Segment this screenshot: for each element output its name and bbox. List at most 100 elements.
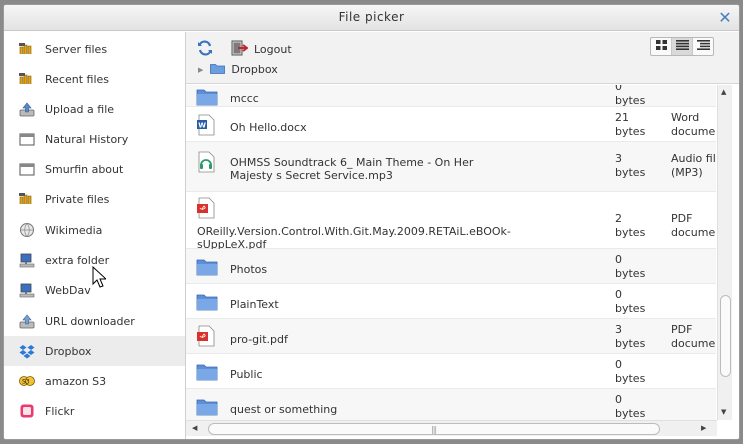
pdf-icon: [196, 325, 220, 347]
file-row-quest-or-something[interactable]: quest or something 0 bytes: [186, 389, 716, 420]
file-row-oh-hello-docx[interactable]: W Oh Hello.docx 21bytes Worddocument: [186, 107, 716, 142]
list-view-button[interactable]: [672, 38, 693, 55]
dialog-titlebar: File picker ✕: [4, 5, 739, 31]
logout-icon: [231, 40, 249, 59]
file-name: PlainText: [230, 298, 279, 311]
folder-icon: [210, 62, 226, 77]
sidebar-item-label: Wikimedia: [45, 223, 103, 237]
horizontal-scroll-thumb[interactable]: |||: [208, 423, 660, 435]
sidebar-item-url-downloader[interactable]: URL downloader: [4, 306, 185, 336]
file-toolbar: Logout ▶ Dropbox: [186, 32, 739, 84]
file-name: Photos: [230, 263, 268, 276]
pdf-icon: [196, 197, 220, 219]
sidebar-item-smurfin-about[interactable]: Smurfin about: [4, 154, 185, 184]
sidebar-item-amazon-s3[interactable]: S3 amazon S3: [4, 366, 185, 396]
file-row-ohmss-mp3[interactable]: OHMSS Soundtrack 6_ Main Theme - On Her M…: [186, 142, 716, 192]
file-row-pro-git-pdf[interactable]: pro-git.pdf 3bytes PDFdocument: [186, 319, 716, 354]
file-size: 0 bytes: [615, 358, 646, 385]
moodle-m-icon: [18, 41, 36, 57]
close-icon: ✕: [718, 8, 732, 27]
file-size: 0 bytes: [615, 85, 646, 107]
tree-view-button[interactable]: [693, 38, 713, 55]
file-row-oreilly-pdf[interactable]: OReilly.Version.Control.With.Git.May.200…: [186, 192, 716, 251]
dropbox-icon: [18, 343, 36, 359]
sidebar-item-label: Natural History: [45, 132, 129, 146]
file-row-plaintext[interactable]: PlainText 0 bytes: [186, 284, 716, 319]
logout-label: Logout: [254, 43, 292, 56]
sidebar-item-natural-history[interactable]: Natural History: [4, 124, 185, 154]
scroll-right-icon[interactable]: ▶: [701, 424, 706, 432]
file-size: 3 bytes: [615, 152, 646, 179]
sidebar-item-label: Flickr: [45, 404, 75, 418]
file-browser-panel: Logout ▶ Dropbox mccc 0 bytes W Oh Hello…: [186, 32, 739, 439]
file-size: 0 bytes: [615, 393, 646, 420]
folder-icon: [196, 397, 220, 419]
horizontal-scrollbar[interactable]: ◀ ||| ▶: [186, 420, 717, 436]
file-row-photos[interactable]: Photos 0 bytes: [186, 249, 716, 284]
close-button[interactable]: ✕: [718, 8, 732, 27]
svg-text:W: W: [198, 122, 206, 130]
audio-file-icon: [196, 151, 220, 173]
file-type: PDFdocument: [671, 212, 716, 239]
scroll-down-icon[interactable]: ▼: [721, 408, 726, 416]
window-icon: [18, 131, 36, 147]
file-list: mccc 0 bytes W Oh Hello.docx 21 bytes Word…: [186, 85, 716, 420]
sidebar-item-label: Upload a file: [45, 102, 115, 116]
sidebar-item-private-files[interactable]: Private files: [4, 184, 185, 214]
file-size: 3 bytes: [615, 323, 646, 350]
url-download-icon: [18, 313, 36, 329]
folder-icon: [196, 87, 220, 109]
window-icon: [18, 161, 36, 177]
scroll-left-icon[interactable]: ◀: [192, 424, 197, 432]
file-size: 0 bytes: [615, 288, 646, 315]
moodle-m-icon: [18, 71, 36, 87]
sidebar-item-label: WebDav: [45, 283, 91, 297]
refresh-button[interactable]: [196, 39, 214, 57]
sidebar-item-label: extra folder: [45, 253, 110, 267]
flickr-icon: [18, 403, 36, 419]
breadcrumb[interactable]: ▶ Dropbox: [198, 62, 278, 77]
file-type: PDFdocument: [671, 323, 716, 350]
file-name: OReilly.Version.Control.With.Git.May.200…: [197, 225, 511, 251]
file-name: Public: [230, 368, 263, 381]
moodle-m-icon: [18, 191, 36, 207]
breadcrumb-label: Dropbox: [231, 63, 278, 76]
file-row-mccc[interactable]: mccc 0 bytes: [186, 85, 716, 107]
file-name: pro-git.pdf: [230, 333, 288, 346]
file-name: mccc: [230, 92, 259, 105]
sidebar-item-flickr[interactable]: Flickr: [4, 396, 185, 426]
file-type: Worddocument: [671, 111, 716, 138]
list-icon: [675, 40, 689, 53]
filesystem-computer-icon: [18, 252, 36, 268]
file-size: 21 bytes: [615, 111, 646, 138]
sidebar-item-server-files[interactable]: Server files: [4, 34, 185, 64]
word-doc-icon: W: [196, 114, 220, 136]
sidebar-item-label: Dropbox: [45, 344, 92, 358]
dialog-title: File picker: [338, 10, 405, 24]
scroll-up-icon[interactable]: ▲: [721, 88, 726, 96]
sidebar-item-label: Smurfin about: [45, 162, 124, 176]
upload-icon: [18, 101, 36, 117]
file-type: Audio file(MP3): [671, 152, 716, 179]
sidebar-item-upload-a-file[interactable]: Upload a file: [4, 94, 185, 124]
file-size: 2 bytes: [615, 212, 646, 239]
vertical-scroll-thumb[interactable]: [720, 295, 731, 377]
folder-icon: [196, 257, 220, 279]
s3-icon: S3: [18, 373, 36, 389]
file-name: OHMSS Soundtrack 6_ Main Theme - On Her M…: [230, 156, 474, 182]
sidebar-item-label: Recent files: [45, 72, 109, 86]
sidebar-item-recent-files[interactable]: Recent files: [4, 64, 185, 94]
sidebar-item-label: Server files: [45, 42, 108, 56]
sidebar-item-wikimedia[interactable]: Wikimedia: [4, 215, 185, 245]
vertical-scrollbar[interactable]: ▲ ▼: [717, 85, 732, 420]
sidebar-item-dropbox[interactable]: Dropbox: [4, 336, 185, 366]
filesystem-computer-icon: [18, 282, 36, 298]
folder-icon: [196, 292, 220, 314]
file-row-public[interactable]: Public 0 bytes: [186, 354, 716, 389]
logout-button[interactable]: Logout: [231, 40, 292, 59]
grid-icon: [655, 40, 667, 53]
icons-view-button[interactable]: [651, 38, 672, 55]
tree-icon: [696, 40, 710, 53]
file-name: Oh Hello.docx: [230, 121, 307, 134]
sidebar-item-label: amazon S3: [45, 374, 107, 388]
